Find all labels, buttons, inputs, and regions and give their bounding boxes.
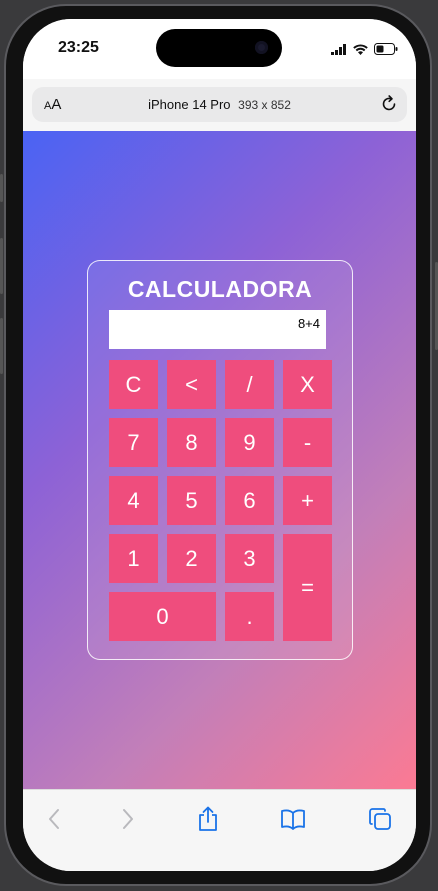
battery-icon bbox=[374, 43, 398, 55]
key-7[interactable]: 7 bbox=[109, 418, 158, 467]
forward-button[interactable] bbox=[113, 804, 143, 834]
key-9[interactable]: 9 bbox=[225, 418, 274, 467]
address-bar[interactable]: AA iPhone 14 Pro 393 x 852 bbox=[32, 87, 407, 122]
tabs-icon bbox=[369, 808, 391, 830]
bookmarks-button[interactable] bbox=[278, 804, 308, 834]
share-icon bbox=[199, 806, 217, 831]
key-5[interactable]: 5 bbox=[167, 476, 216, 525]
key-minus[interactable]: - bbox=[283, 418, 332, 467]
status-time: 23:25 bbox=[58, 39, 99, 56]
key-backspace[interactable]: < bbox=[167, 360, 216, 409]
phone-action-button bbox=[0, 174, 3, 202]
key-0[interactable]: 0 bbox=[109, 592, 216, 641]
browser-toolbar bbox=[23, 789, 416, 871]
phone-volume-up-button bbox=[0, 238, 3, 294]
web-page: CALCULADORA 8+4 C < / X 7 8 9 - 4 5 6 + … bbox=[23, 131, 416, 789]
calculator-card: CALCULADORA 8+4 C < / X 7 8 9 - 4 5 6 + … bbox=[87, 260, 353, 660]
key-8[interactable]: 8 bbox=[167, 418, 216, 467]
tabs-button[interactable] bbox=[365, 804, 395, 834]
key-decimal[interactable]: . bbox=[225, 592, 274, 641]
status-icons bbox=[331, 43, 398, 55]
key-equals[interactable]: = bbox=[283, 534, 332, 641]
calculator-display: 8+4 bbox=[109, 310, 326, 349]
key-multiply[interactable]: X bbox=[283, 360, 332, 409]
viewport-size: 393 x 852 bbox=[238, 98, 291, 112]
browser-address-area: AA iPhone 14 Pro 393 x 852 bbox=[23, 79, 416, 131]
cellular-signal-icon bbox=[331, 43, 346, 55]
reload-icon[interactable] bbox=[379, 94, 399, 114]
key-4[interactable]: 4 bbox=[109, 476, 158, 525]
forward-arrow-icon bbox=[123, 809, 133, 829]
camera-icon bbox=[255, 41, 268, 54]
key-clear[interactable]: C bbox=[109, 360, 158, 409]
phone-volume-down-button bbox=[0, 318, 3, 374]
wifi-icon bbox=[353, 43, 368, 55]
back-arrow-icon bbox=[49, 809, 59, 829]
key-plus[interactable]: + bbox=[283, 476, 332, 525]
calculator-title: CALCULADORA bbox=[127, 276, 313, 302]
key-3[interactable]: 3 bbox=[225, 534, 274, 583]
bookmarks-book-icon bbox=[281, 809, 305, 830]
back-button[interactable] bbox=[39, 804, 69, 834]
device-name: iPhone 14 Pro bbox=[148, 97, 231, 112]
dynamic-island bbox=[156, 29, 282, 67]
status-bar: 23:25 bbox=[23, 19, 416, 79]
key-divide[interactable]: / bbox=[225, 360, 274, 409]
key-1[interactable]: 1 bbox=[109, 534, 158, 583]
key-2[interactable]: 2 bbox=[167, 534, 216, 583]
phone-screen: 23:25 AA iPhone 14 Pro 393 x 852 CALCULA… bbox=[23, 19, 416, 871]
key-6[interactable]: 6 bbox=[225, 476, 274, 525]
share-button[interactable] bbox=[193, 804, 223, 834]
address-text[interactable]: iPhone 14 Pro 393 x 852 bbox=[32, 97, 407, 112]
